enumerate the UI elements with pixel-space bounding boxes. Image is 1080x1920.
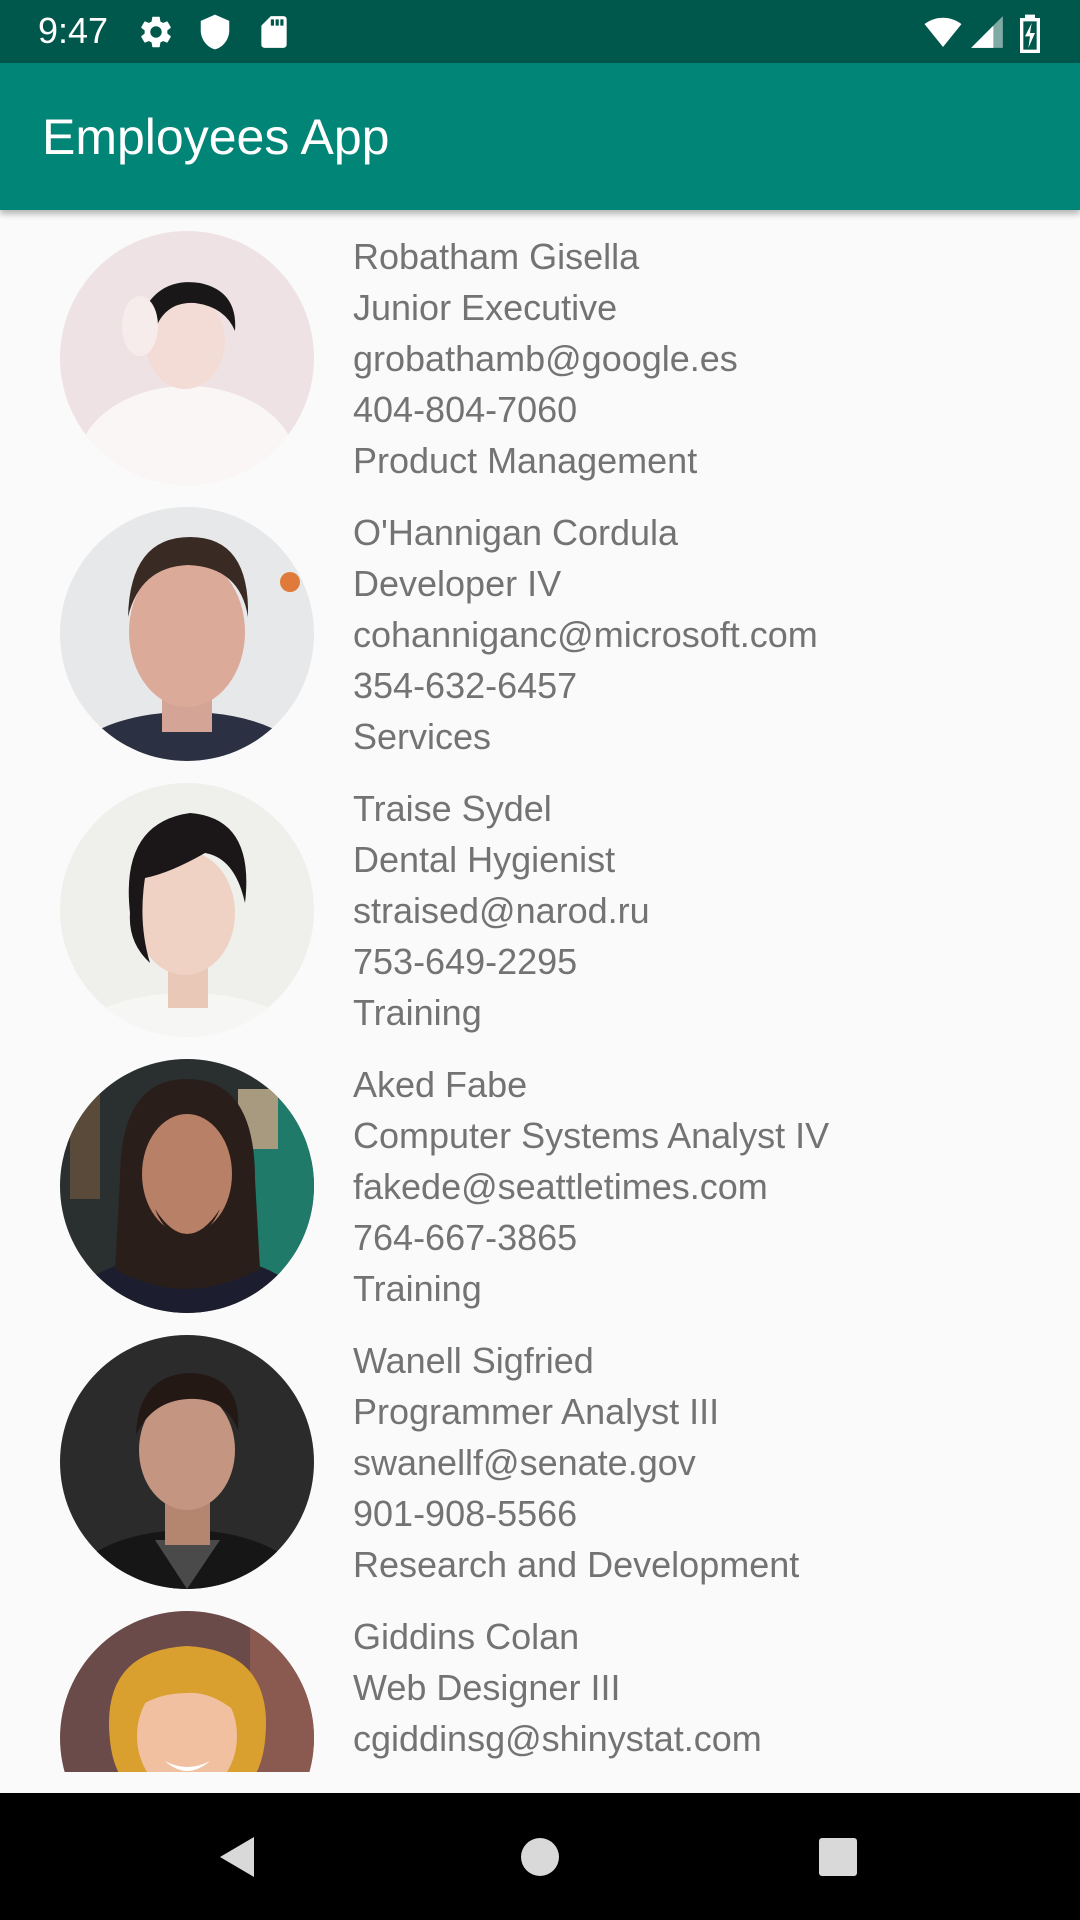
employee-phone: 753-649-2295 bbox=[353, 941, 578, 982]
employee-name: Wanell Sigfried bbox=[353, 1340, 594, 1381]
avatar bbox=[60, 783, 314, 1037]
avatar bbox=[60, 231, 314, 485]
employee-row[interactable]: O'Hannigan Cordula Developer IV cohannig… bbox=[0, 486, 1080, 762]
recents-icon[interactable] bbox=[798, 1817, 878, 1897]
employee-row[interactable]: Aked Fabe Computer Systems Analyst IV fa… bbox=[0, 1038, 1080, 1314]
employee-row[interactable]: Wanell Sigfried Programmer Analyst III s… bbox=[0, 1314, 1080, 1590]
employee-phone: 901-908-5566 bbox=[353, 1493, 578, 1534]
shield-icon bbox=[196, 13, 234, 51]
employee-name: Traise Sydel bbox=[353, 788, 552, 829]
employee-title: Developer IV bbox=[353, 563, 562, 604]
status-time: 9:47 bbox=[38, 10, 109, 51]
employee-email: cohanniganc@microsoft.com bbox=[353, 614, 818, 655]
employee-title: Junior Executive bbox=[353, 287, 618, 328]
employee-phone: 764-667-3865 bbox=[353, 1217, 578, 1258]
avatar bbox=[60, 1335, 314, 1589]
home-icon[interactable] bbox=[500, 1817, 580, 1897]
employee-department: Services bbox=[353, 716, 492, 757]
employee-row[interactable]: Giddins Colan Web Designer III cgiddinsg… bbox=[0, 1590, 1080, 1772]
app-title: Employees App bbox=[42, 109, 390, 165]
employee-title: Computer Systems Analyst IV bbox=[353, 1115, 830, 1156]
employee-name: Giddins Colan bbox=[353, 1616, 580, 1657]
employee-info: Aked Fabe Computer Systems Analyst IV fa… bbox=[353, 1059, 829, 1314]
employee-info: Giddins Colan Web Designer III cgiddinsg… bbox=[353, 1611, 762, 1764]
battery-charging-icon bbox=[1013, 13, 1047, 53]
employee-name: O'Hannigan Cordula bbox=[353, 512, 679, 553]
employee-email: cgiddinsg@shinystat.com bbox=[353, 1718, 762, 1759]
status-bar: 9:47 bbox=[0, 0, 1080, 63]
employee-title: Web Designer III bbox=[353, 1667, 621, 1708]
back-icon[interactable] bbox=[198, 1817, 278, 1897]
employee-department: Research and Development bbox=[353, 1544, 800, 1585]
employee-phone: 404-804-7060 bbox=[353, 389, 578, 430]
navigation-bar bbox=[0, 1793, 1080, 1920]
employee-row[interactable]: Robatham Gisella Junior Executive grobat… bbox=[0, 210, 1080, 486]
cell-signal-icon bbox=[968, 13, 1006, 51]
employee-email: straised@narod.ru bbox=[353, 890, 650, 931]
employee-name: Robatham Gisella bbox=[353, 236, 640, 277]
avatar bbox=[60, 1611, 314, 1772]
employee-phone: 354-632-6457 bbox=[353, 665, 578, 706]
employee-department: Training bbox=[353, 992, 482, 1033]
employee-info: Robatham Gisella Junior Executive grobat… bbox=[353, 231, 738, 486]
employee-info: Traise Sydel Dental Hygienist straised@n… bbox=[353, 783, 650, 1038]
avatar bbox=[60, 507, 314, 761]
gear-icon bbox=[137, 13, 175, 51]
employee-email: swanellf@senate.gov bbox=[353, 1442, 696, 1483]
sd-card-icon bbox=[255, 13, 293, 51]
employee-row[interactable]: Traise Sydel Dental Hygienist straised@n… bbox=[0, 762, 1080, 1038]
employee-department: Training bbox=[353, 1268, 482, 1309]
employee-name: Aked Fabe bbox=[353, 1064, 528, 1105]
app-bar: Employees App bbox=[0, 63, 1080, 210]
employee-title: Programmer Analyst III bbox=[353, 1391, 720, 1432]
employee-email: fakede@seattletimes.com bbox=[353, 1166, 768, 1207]
employee-email: grobathamb@google.es bbox=[353, 338, 738, 379]
wifi-icon bbox=[921, 13, 965, 51]
employee-department: Product Management bbox=[353, 440, 698, 481]
avatar bbox=[60, 1059, 314, 1313]
employee-info: O'Hannigan Cordula Developer IV cohannig… bbox=[353, 507, 818, 762]
employee-info: Wanell Sigfried Programmer Analyst III s… bbox=[353, 1335, 799, 1590]
employee-list[interactable]: Robatham Gisella Junior Executive grobat… bbox=[0, 210, 1080, 1772]
employee-title: Dental Hygienist bbox=[353, 839, 616, 880]
